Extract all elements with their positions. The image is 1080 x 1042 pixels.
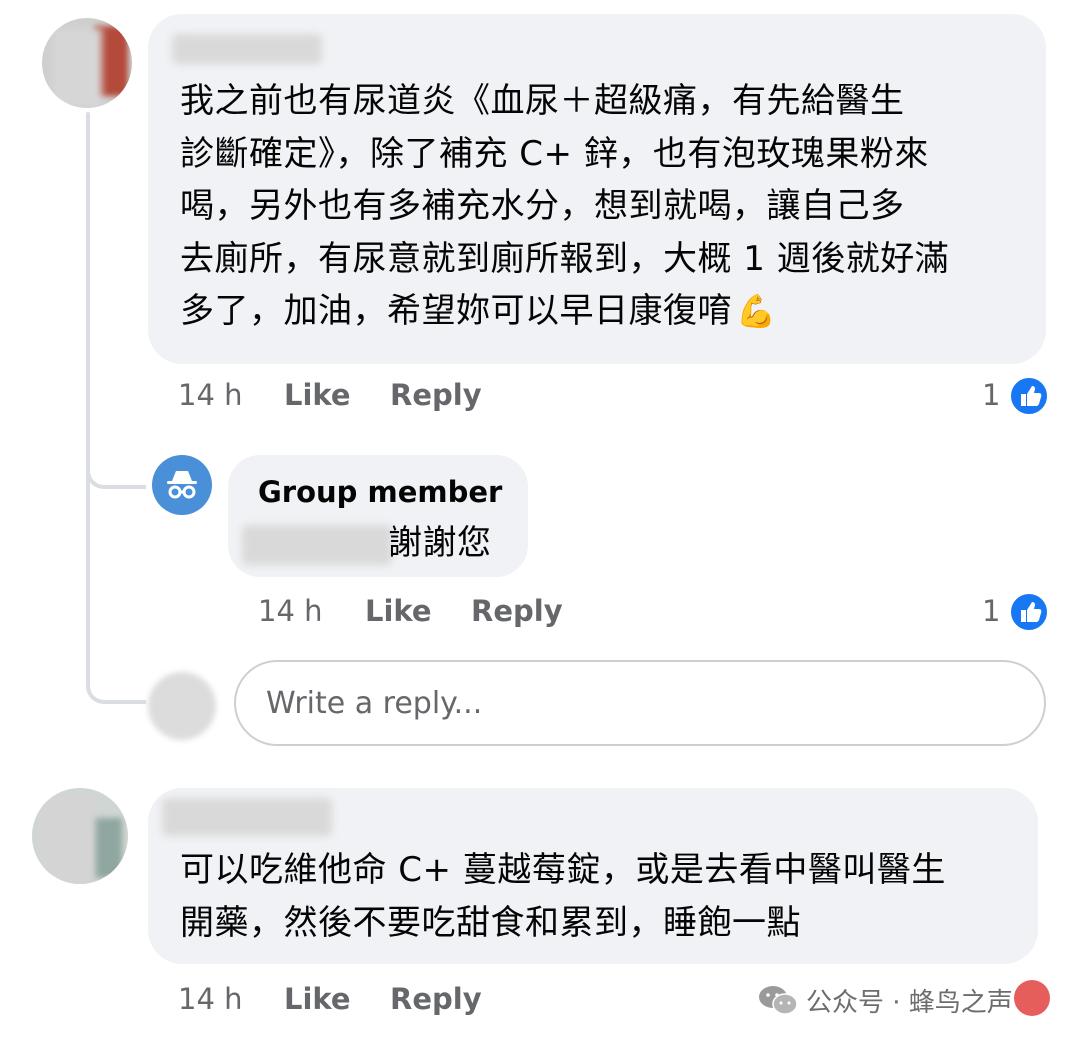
comment-bubble: 我之前也有尿道炎《血尿＋超級痛，有先給醫生 診斷確定》，除了補充 C+ 鋅，也有… xyxy=(148,14,1046,364)
avatar-2[interactable] xyxy=(32,788,128,884)
watermark: 公众号 · 蜂鸟之声 xyxy=(758,980,1013,1020)
author-name-redacted-2[interactable] xyxy=(162,798,332,836)
flexed-biceps-icon: 💪 xyxy=(736,292,777,330)
reply-input[interactable]: Write a reply... xyxy=(234,660,1046,746)
thread-line xyxy=(86,112,90,687)
reply-reaction-count[interactable]: 1 xyxy=(982,594,1000,628)
reply-reply-button[interactable]: Reply xyxy=(471,594,563,628)
reaction-count[interactable]: 1 xyxy=(982,378,1000,412)
anonymous-member-avatar[interactable] xyxy=(152,455,212,515)
reply-box-connector xyxy=(86,670,146,704)
reply-like-button[interactable]: Like xyxy=(365,594,432,628)
reply-author[interactable]: Group member xyxy=(258,475,502,509)
comment-2-like-button[interactable]: Like xyxy=(284,982,351,1016)
comment-text: 我之前也有尿道炎《血尿＋超級痛，有先給醫生 診斷確定》，除了補充 C+ 鋅，也有… xyxy=(180,81,950,331)
like-reaction-icon xyxy=(1008,375,1050,417)
partial-reaction-icon xyxy=(1014,980,1050,1016)
avatar[interactable] xyxy=(42,18,132,108)
comment-text-2: 可以吃維他命 C+ 蔓越莓錠，或是去看中醫叫醫生 開藥，然後不要吃甜食和累到，睡… xyxy=(180,850,946,943)
reply-text: 謝謝您 xyxy=(388,523,492,563)
comment-2-reply-button[interactable]: Reply xyxy=(390,982,482,1016)
comment-time[interactable]: 14 h xyxy=(178,378,243,412)
comment-2-time[interactable]: 14 h xyxy=(178,982,243,1016)
reply-like-reaction-icon xyxy=(1008,591,1050,633)
comment-bubble-2: 可以吃維他命 C+ 蔓越莓錠，或是去看中醫叫醫生 開藥，然後不要吃甜食和累到，睡… xyxy=(148,788,1038,964)
comment-1: 我之前也有尿道炎《血尿＋超級痛，有先給醫生 診斷確定》，除了補充 C+ 鋅，也有… xyxy=(0,0,1080,687)
wechat-icon xyxy=(759,986,798,1015)
author-name-redacted[interactable] xyxy=(172,34,322,64)
current-user-avatar[interactable] xyxy=(148,672,216,740)
anonymous-icon xyxy=(167,471,197,499)
like-button[interactable]: Like xyxy=(284,378,351,412)
reply-bubble: Group member 謝謝您 xyxy=(228,455,528,577)
reply-input-placeholder: Write a reply... xyxy=(266,686,483,721)
reply-button[interactable]: Reply xyxy=(390,378,482,412)
mentioned-name-redacted[interactable] xyxy=(242,525,392,565)
reply-time[interactable]: 14 h xyxy=(258,594,323,628)
reply-connector xyxy=(86,455,146,489)
